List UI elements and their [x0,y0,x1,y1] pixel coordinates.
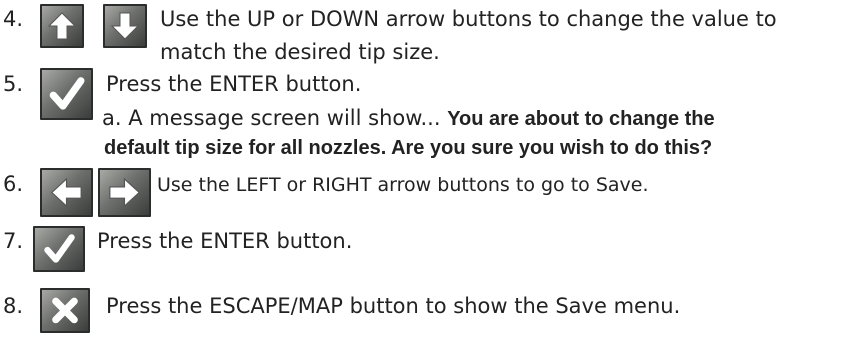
up-arrow-icon [40,4,84,48]
x-icon [40,288,90,333]
right-arrow-icon [98,168,151,217]
step-7-number: 7. [3,229,24,253]
checkmark-icon [33,226,85,272]
step-6-text: Use the LEFT or RIGHT arrow buttons to g… [157,174,649,196]
warning-message-line2: default tip size for all nozzles. Are yo… [104,137,713,159]
step-4-text: Use the UP or DOWN arrow buttons to chan… [160,7,777,31]
step-5-number: 5. [3,72,24,96]
step-5-text: Press the ENTER button. [106,72,362,96]
step-8-text: Press the ESCAPE/MAP button to show the … [106,294,681,318]
step-6-number: 6. [3,172,24,196]
step-4-text-line2: match the desired tip size. [160,40,440,64]
warning-message-line1: You are about to change the [447,108,715,130]
checkmark-icon [40,68,93,120]
step-4-number: 4. [3,7,24,31]
step-8-number: 8. [3,294,24,318]
step-5a-text: a. A message screen will show... You are… [102,106,715,130]
left-arrow-icon [40,168,93,217]
step-7-text: Press the ENTER button. [97,229,353,253]
down-arrow-icon [103,4,147,48]
